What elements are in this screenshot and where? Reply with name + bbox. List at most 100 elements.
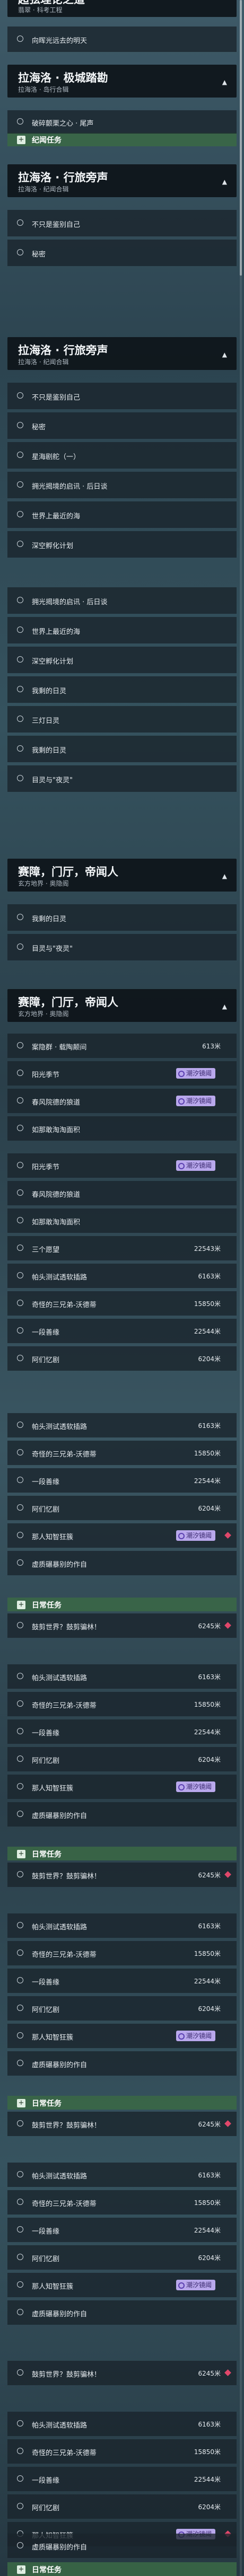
quest-title: 我剩的日灵 (32, 687, 67, 695)
quest-item[interactable]: 阿们忆剧 6204米 (7, 1996, 237, 2021)
scrollbar-thumb[interactable] (240, 0, 242, 276)
chevron-up-icon[interactable]: ▲ (222, 78, 227, 86)
group-subtitle: 拉海洛 · 岛行合辑 (18, 86, 69, 93)
chevron-up-icon[interactable]: ▲ (222, 872, 227, 880)
quest-item[interactable]: 鼓剪世界？鼓剪骗林！ 6245米 (7, 1863, 237, 1887)
quest-item[interactable]: 奇怪的三兄弟-沃德蒂 15850米 (7, 2439, 237, 2464)
quest-item[interactable]: 虚质碾暴别的作自 (7, 2534, 237, 2558)
quest-item[interactable]: 帕头测试透软插路 6163米 (7, 1413, 237, 1437)
radio-circle-icon (17, 1189, 23, 1196)
quest-item[interactable]: 阿们忆剧 6204米 (7, 2494, 237, 2519)
category-header[interactable]: + 日常任务 (7, 2562, 237, 2576)
radio-circle-icon (17, 597, 23, 604)
quest-item[interactable]: 一段善缘 22544米 (7, 1319, 237, 1343)
quest-item[interactable]: 那人知智狂簇 潮汐镜阈 (7, 1775, 237, 1799)
quest-item[interactable]: 秘密 (7, 240, 237, 266)
quest-item[interactable]: 帕头测试透软插路 6163米 (7, 1664, 237, 1689)
quest-distance: 15850米 (194, 1450, 221, 1457)
radio-circle-icon (17, 1977, 23, 1984)
quest-item[interactable]: 拥光揭境的启讯 · 后日谈 (7, 472, 237, 498)
quest-item[interactable]: 虚质碾暴别的作自 (7, 2051, 237, 2076)
quest-item[interactable]: 三个愿望 22543米 (7, 1236, 237, 1260)
quest-item[interactable]: 那人知智狂簇 潮汐镜阈 (7, 1523, 237, 1548)
quest-item[interactable]: 深空孵化计划 (7, 647, 237, 673)
quest-item[interactable]: 向晖光远去的明天 (7, 27, 237, 52)
quest-item[interactable]: 帕头测试透软插路 6163米 (7, 2412, 237, 2436)
quest-item[interactable]: 阿们忆剧 6204米 (7, 1496, 237, 1520)
quest-item[interactable]: 不只是鉴别自己 (7, 210, 237, 236)
quest-group-header[interactable]: 拉海洛 · 极城踏勘 拉海洛 · 岛行合辑 ▲ (7, 65, 237, 98)
quest-item[interactable]: 阳光季节 潮汐镜阈 (7, 1061, 237, 1086)
chevron-up-icon[interactable]: ▲ (222, 178, 227, 186)
quest-item[interactable]: 鼓剪世界？鼓剪骗林！ 6245米 (7, 2361, 237, 2385)
quest-item[interactable]: 阿们忆剧 6204米 (7, 1346, 237, 1371)
quest-item[interactable]: 阿们忆剧 6204米 (7, 1747, 237, 1771)
group-subtitle: 翡翠 · 科考工程 (18, 6, 63, 14)
quest-item[interactable]: 阿们忆剧 6204米 (7, 2245, 237, 2270)
quest-group-header[interactable]: 超弦理论之道翡翠 · 科考工程 (7, 0, 237, 17)
quest-item[interactable]: 一段善缘 22544米 (7, 1969, 237, 1993)
quest-item[interactable]: 帕头测试透软插路 6163米 (7, 1913, 237, 1938)
quest-item[interactable]: 秘密 (7, 412, 237, 439)
quest-group-header[interactable]: 拉海洛 · 行旅旁声 拉海洛 · 纪闻合辑 ▲ (7, 337, 237, 370)
quest-item[interactable]: 奇怪的三兄弟-沃德蒂 15850米 (7, 1291, 237, 1316)
quest-group-header[interactable]: 拉海洛 · 行旅旁声 拉海洛 · 纪闻合辑 ▲ (7, 164, 237, 197)
quest-item[interactable]: 虚质碾暴别的作自 (7, 1551, 237, 1575)
quest-item[interactable]: 世界上最近的海 (7, 617, 237, 643)
quest-item[interactable]: 一段善缘 22544米 (7, 1719, 237, 1744)
quest-title: 世界上最近的海 (32, 628, 81, 636)
quest-item[interactable]: 阳光季节 潮汐镜阈 (7, 1153, 237, 1178)
quest-item[interactable]: 我剩的日灵 (7, 736, 237, 762)
quest-item[interactable]: 案隐群 · 载陶颠间 613米 (7, 1034, 237, 1058)
quest-item[interactable]: 一段善缘 22544米 (7, 2218, 237, 2242)
quest-item[interactable]: 一段善缘 22544米 (7, 2467, 237, 2491)
quest-item[interactable]: 一段善缘 22544米 (7, 1468, 237, 1493)
quest-distance: 613米 (202, 1043, 221, 1050)
quest-group-header[interactable]: 赛障，门厅，帝闻人 玄方地界 · 奥隐阁 ▲ (7, 859, 237, 892)
quest-item[interactable]: 如那敢淘淘面积 (7, 1208, 237, 1233)
quest-item[interactable]: 拥光揭境的启讯 · 后日谈 (7, 587, 237, 614)
tide-mirror-badge: 潮汐镜阈 (176, 2280, 215, 2290)
quest-title: 我剩的日灵 (32, 915, 67, 923)
chevron-up-icon[interactable]: ▲ (222, 1003, 227, 1010)
quest-item[interactable]: 虚质碾暴别的作自 (7, 1802, 237, 1827)
scrollbar[interactable] (240, 0, 242, 2576)
quest-item[interactable]: 奇怪的三兄弟-沃德蒂 15850米 (7, 2190, 237, 2215)
quest-item[interactable]: 奇怪的三兄弟-沃德蒂 15850米 (7, 1941, 237, 1965)
quest-item[interactable]: 奇怪的三兄弟-沃德蒂 15850米 (7, 1692, 237, 1716)
quest-distance: 6204米 (198, 1756, 221, 1763)
quest-distance: 15850米 (194, 2199, 221, 2207)
quest-item[interactable]: 破碎颤栗之心 · 尾声 (7, 110, 237, 134)
quest-item[interactable]: 目灵与"夜灵" (7, 934, 237, 960)
quest-item[interactable]: 那人知智狂簇 潮汐镜阈 (7, 2024, 237, 2048)
quest-item[interactable]: 那人知智狂簇 潮汐镜阈 (7, 2273, 237, 2297)
group-title: 赛障，门厅，帝闻人 (18, 996, 118, 1009)
category-header[interactable]: + 日常任务 (7, 1847, 237, 1860)
quest-item[interactable]: 我剩的日灵 (7, 904, 237, 931)
quest-item[interactable]: 帕头测试透软插路 6163米 (7, 1264, 237, 1288)
quest-item[interactable]: 深空孵化计划 (7, 531, 237, 558)
quest-item[interactable]: 帕头测试透软插路 6163米 (7, 2163, 237, 2187)
quest-item[interactable]: 鼓剪世界？鼓剪骗林！ 6245米 (7, 2112, 237, 2136)
quest-item[interactable]: 春风院德的狼道 潮汐镜阈 (7, 1089, 237, 1113)
category-header[interactable]: + 日常任务 (7, 2096, 237, 2110)
quest-item[interactable]: 奇怪的三兄弟-沃德蒂 15850米 (7, 1441, 237, 1465)
quest-item[interactable]: 目灵与"夜灵" (7, 765, 237, 792)
quest-group-header[interactable]: 赛障，门厅，帝闻人 玄方地界 · 奥隐阁 ▲ (7, 989, 237, 1022)
group-subtitle: 玄方地界 · 奥隐阁 (18, 880, 69, 887)
quest-item[interactable]: 世界上最近的海 (7, 501, 237, 528)
plus-icon: + (17, 2099, 25, 2107)
quest-item[interactable]: 三灯日灵 (7, 706, 237, 733)
category-header[interactable]: + 纪闻任务 (7, 133, 237, 146)
radio-circle-icon (17, 1728, 23, 1735)
quest-title: 一段善缘 (32, 1478, 60, 1486)
category-header[interactable]: + 日常任务 (7, 1598, 237, 1611)
chevron-up-icon[interactable]: ▲ (222, 351, 227, 358)
quest-item[interactable]: 春风院德的狼道 (7, 1181, 237, 1205)
quest-item[interactable]: 虚质碾暴别的作自 (7, 2300, 237, 2325)
quest-item[interactable]: 我剩的日灵 (7, 676, 237, 703)
quest-item[interactable]: 星海剧舵（一） (7, 442, 237, 469)
quest-item[interactable]: 如那敢淘淘面积 (7, 1116, 237, 1141)
quest-item[interactable]: 鼓剪世界？鼓剪骗林！ 6245米 (7, 1613, 237, 1638)
quest-item[interactable]: 不只是鉴别自己 (7, 383, 237, 409)
